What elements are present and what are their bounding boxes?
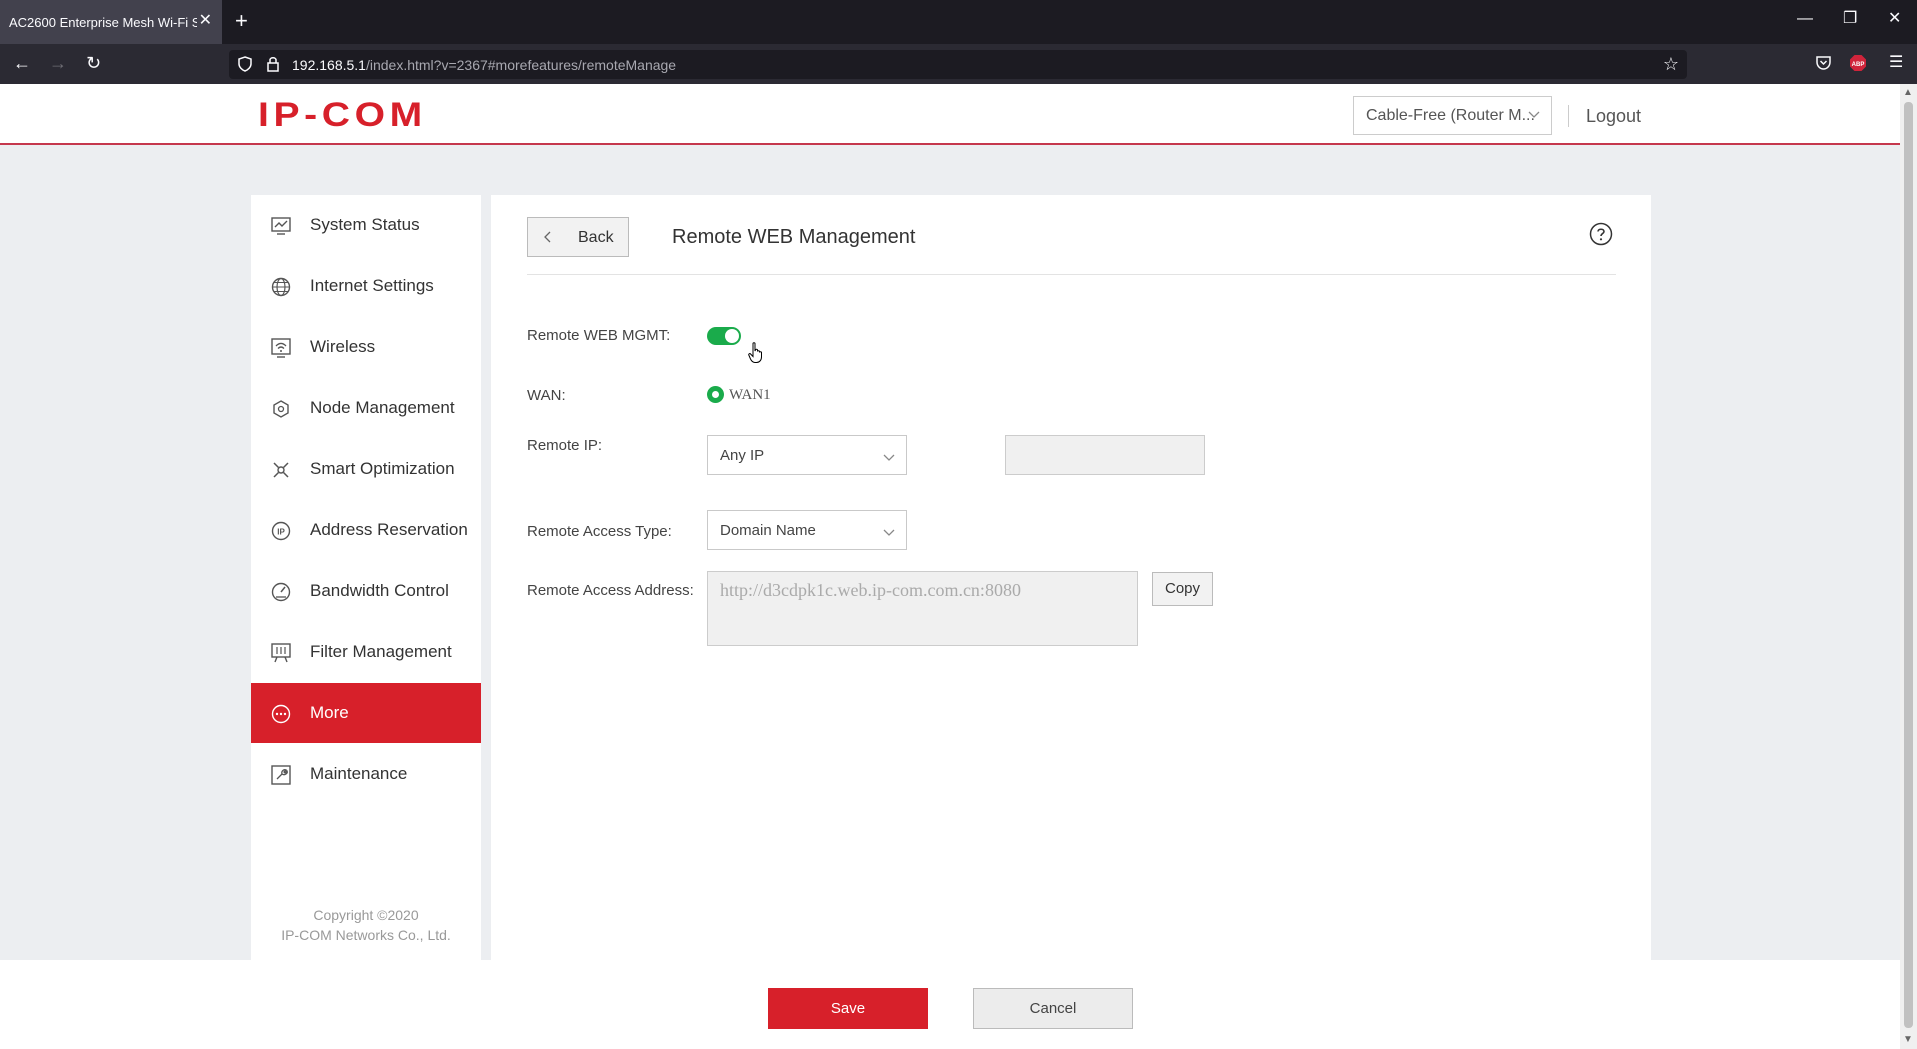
sidebar-item-address-reservation[interactable]: IP Address Reservation: [251, 500, 481, 560]
footer-bar: Save Cancel: [0, 960, 1900, 1049]
remote-ip-label: Remote IP:: [527, 437, 603, 454]
ip-com-logo[interactable]: IP-COM: [258, 98, 427, 132]
filter-icon: [271, 643, 291, 663]
sidebar-item-smart-optimization[interactable]: Smart Optimization: [251, 439, 481, 499]
scroll-up-icon[interactable]: ▲: [1903, 87, 1913, 98]
remote-ip-select[interactable]: Any IP: [707, 435, 907, 475]
copyright-line: Copyright ©2020: [313, 907, 419, 923]
browser-navbar: ← → ↻ 192.168.5.1/index.html?v=2367#more…: [0, 44, 1917, 84]
minimize-icon[interactable]: —: [1797, 11, 1813, 27]
remote-mgmt-toggle[interactable]: [707, 327, 741, 345]
back-arrow-icon[interactable]: ←: [13, 53, 31, 73]
cancel-button[interactable]: Cancel: [973, 988, 1133, 1029]
main-panel: Back Remote WEB Management Remote WEB MG…: [491, 195, 1651, 960]
sidebar-item-more[interactable]: More: [251, 683, 481, 743]
wan-label: WAN:: [527, 387, 566, 404]
remote-mgmt-label: Remote WEB MGMT:: [527, 327, 671, 344]
logout-link[interactable]: Logout: [1586, 106, 1641, 127]
gauge-icon: [271, 582, 291, 602]
sidebar-item-system-status[interactable]: System Status: [251, 195, 481, 255]
sidebar-item-label: Maintenance: [310, 764, 408, 783]
sidebar-item-label: Wireless: [310, 337, 376, 356]
node-icon: [273, 400, 289, 418]
copyright: Copyright ©2020 IP-COM Networks Co., Ltd…: [251, 905, 481, 945]
wan1-radio[interactable]: [707, 386, 724, 403]
help-icon[interactable]: [1589, 222, 1613, 246]
close-window-icon[interactable]: ✕: [1888, 11, 1901, 27]
scroll-down-icon[interactable]: ▼: [1903, 1034, 1913, 1045]
optimization-icon: [273, 462, 289, 478]
browser-tab[interactable]: AC2600 Enterprise Mesh Wi-Fi System ✕: [0, 0, 222, 44]
svg-text:ABP: ABP: [1852, 62, 1865, 68]
sidebar-item-node-management[interactable]: Node Management: [251, 378, 481, 438]
wrench-icon: [271, 765, 291, 785]
toggle-knob: [725, 329, 739, 343]
url-bar[interactable]: 192.168.5.1/index.html?v=2367#morefeatur…: [229, 50, 1687, 79]
close-tab-icon[interactable]: ✕: [199, 13, 212, 29]
sidebar-item-label: Smart Optimization: [310, 459, 455, 478]
remote-access-address-label: Remote Access Address:: [527, 582, 694, 599]
new-tab-icon[interactable]: +: [235, 10, 248, 32]
svg-text:IP: IP: [277, 528, 285, 537]
chevron-down-icon: [1528, 111, 1540, 118]
remote-ip-input[interactable]: [1005, 435, 1205, 475]
sidebar-item-maintenance[interactable]: Maintenance: [251, 744, 481, 804]
wireless-icon: [271, 338, 291, 358]
sidebar-item-label: Internet Settings: [310, 276, 434, 295]
sidebar-item-label: Node Management: [310, 398, 455, 417]
browser-tabbar: AC2600 Enterprise Mesh Wi-Fi System ✕ + …: [0, 0, 1917, 44]
browser-tab-title: AC2600 Enterprise Mesh Wi-Fi System: [9, 14, 197, 30]
remote-ip-select-value: Any IP: [720, 447, 765, 464]
reload-icon[interactable]: ↻: [86, 53, 101, 73]
sidebar-item-label: More: [310, 703, 349, 722]
page-scrollbar[interactable]: ▲ ▼: [1900, 84, 1917, 1049]
hand-cursor-icon: [748, 342, 762, 363]
sidebar-item-label: System Status: [310, 215, 420, 234]
sidebar: System Status Internet Settings Wireless…: [251, 195, 481, 960]
company-name: IP-COM Networks Co., Ltd.: [281, 927, 451, 943]
ip-icon: IP: [271, 521, 291, 541]
remote-access-address-field[interactable]: http://d3cdpk1c.web.ip-com.com.cn:8080: [707, 571, 1138, 646]
radio-dot: [712, 391, 719, 398]
scroll-thumb[interactable]: [1904, 102, 1913, 1028]
bookmark-star-icon[interactable]: ☆: [1663, 54, 1679, 75]
restore-icon[interactable]: ❐: [1843, 11, 1857, 27]
chevron-down-icon: [883, 454, 895, 461]
more-icon: [271, 704, 291, 724]
globe-icon: [271, 277, 291, 297]
mode-select-value: Cable-Free (Router M...: [1366, 107, 1535, 124]
sidebar-item-filter-management[interactable]: Filter Management: [251, 622, 481, 682]
wan1-radio-label[interactable]: WAN1: [729, 387, 771, 404]
sidebar-item-label: Address Reservation: [310, 520, 468, 539]
sidebar-item-label: Bandwidth Control: [310, 581, 449, 600]
sidebar-item-wireless[interactable]: Wireless: [251, 317, 481, 377]
chevron-down-icon: [883, 529, 895, 536]
remote-access-type-select-value: Domain Name: [720, 522, 816, 539]
sidebar-item-label: Filter Management: [310, 642, 452, 661]
forward-arrow-icon[interactable]: →: [49, 53, 67, 73]
save-button[interactable]: Save: [768, 988, 928, 1029]
pocket-icon[interactable]: [1815, 54, 1832, 71]
adblock-icon[interactable]: ABP: [1849, 54, 1867, 72]
chevron-left-icon: [544, 231, 551, 243]
back-button-label: Back: [578, 229, 614, 246]
title-divider: [527, 274, 1616, 275]
mode-select[interactable]: Cable-Free (Router M...: [1353, 96, 1552, 135]
sidebar-item-bandwidth-control[interactable]: Bandwidth Control: [251, 561, 481, 621]
menu-icon[interactable]: ☰: [1889, 53, 1903, 73]
back-button[interactable]: Back: [527, 217, 629, 257]
copy-button[interactable]: Copy: [1152, 572, 1213, 606]
header-divider: [1568, 105, 1569, 127]
url-path: /index.html?v=2367#morefeatures/remoteMa…: [365, 57, 677, 73]
sidebar-item-internet-settings[interactable]: Internet Settings: [251, 256, 481, 316]
url-text[interactable]: 192.168.5.1/index.html?v=2367#morefeatur…: [292, 57, 676, 73]
remote-access-type-label: Remote Access Type:: [527, 523, 672, 540]
remote-access-type-select[interactable]: Domain Name: [707, 510, 907, 550]
page-title: Remote WEB Management: [672, 226, 916, 248]
shield-icon[interactable]: [238, 56, 252, 72]
monitor-icon: [271, 217, 291, 235]
lock-icon[interactable]: [267, 56, 279, 72]
page-header: IP-COM Cable-Free (Router M... Logout: [0, 84, 1900, 145]
url-host: 192.168.5.1: [292, 57, 366, 73]
